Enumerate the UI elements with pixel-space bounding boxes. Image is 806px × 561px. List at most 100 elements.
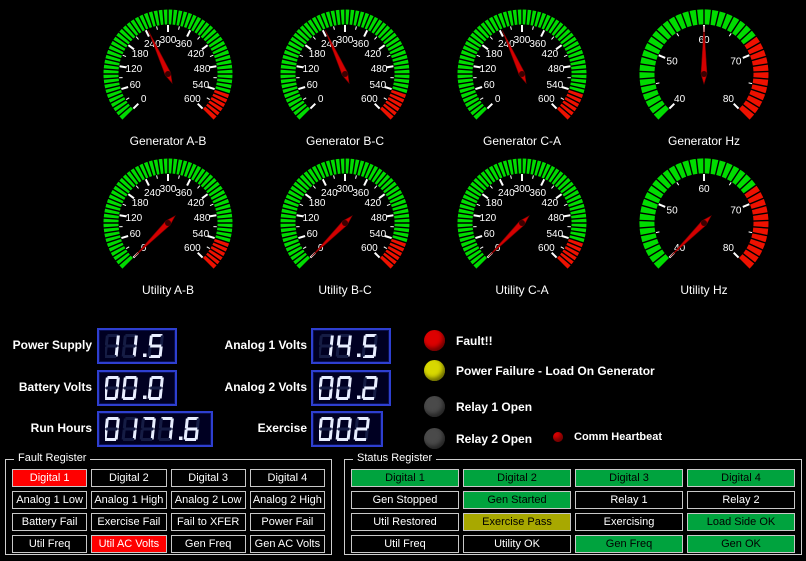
fault-indicator-label: Fault!! — [456, 334, 493, 348]
status-cell-util-freq: Util Freq — [351, 535, 459, 553]
svg-text:70: 70 — [730, 56, 742, 67]
relay-2-lamp-icon — [424, 428, 445, 449]
svg-text:60: 60 — [307, 229, 319, 240]
gauge-generator-c-a: 060120180240300360420480540600Generator … — [436, 4, 608, 152]
svg-text:0: 0 — [141, 94, 147, 105]
svg-text:Utility A-B: Utility A-B — [142, 283, 194, 297]
svg-text:120: 120 — [480, 64, 497, 75]
status-cell-digital-3: Digital 3 — [575, 469, 683, 487]
svg-text:480: 480 — [194, 213, 211, 224]
status-cell-digital-4: Digital 4 — [687, 469, 795, 487]
svg-text:300: 300 — [337, 184, 354, 195]
status-cell-digital-2: Digital 2 — [463, 469, 571, 487]
power-failure-indicator: Power Failure - Load On Generator — [424, 360, 655, 381]
analog-1-volts-display — [311, 328, 391, 364]
svg-text:420: 420 — [542, 198, 559, 209]
power-supply-label: Power Supply — [0, 338, 92, 352]
exercise-display — [311, 411, 383, 447]
svg-text:240: 240 — [321, 188, 338, 199]
svg-text:420: 420 — [365, 198, 382, 209]
status-cell-relay-1: Relay 1 — [575, 491, 683, 509]
fault-register-panel: Fault Register Digital 1Digital 2Digital… — [5, 459, 332, 555]
relay-1-lamp-icon — [424, 396, 445, 417]
status-cell-util-restored: Util Restored — [351, 513, 459, 531]
svg-text:80: 80 — [723, 243, 735, 254]
svg-text:420: 420 — [542, 49, 559, 60]
svg-text:360: 360 — [175, 39, 192, 50]
svg-text:180: 180 — [309, 198, 326, 209]
power-failure-lamp-icon — [424, 360, 445, 381]
svg-text:360: 360 — [352, 39, 369, 50]
svg-text:180: 180 — [132, 49, 149, 60]
fault-cell-analog-1-high: Analog 1 High — [91, 491, 166, 509]
svg-text:50: 50 — [667, 205, 679, 216]
svg-text:600: 600 — [361, 243, 378, 254]
fault-cell-digital-2: Digital 2 — [91, 469, 166, 487]
fault-cell-power-fail: Power Fail — [250, 513, 325, 531]
run-hours-label: Run Hours — [0, 421, 92, 435]
svg-text:70: 70 — [730, 205, 742, 216]
svg-text:360: 360 — [529, 39, 546, 50]
fault-cell-digital-3: Digital 3 — [171, 469, 246, 487]
analog-1-volts-label: Analog 1 Volts — [185, 338, 307, 352]
svg-text:180: 180 — [309, 49, 326, 60]
svg-text:480: 480 — [194, 64, 211, 75]
fault-cell-digital-4: Digital 4 — [250, 469, 325, 487]
svg-text:300: 300 — [160, 184, 177, 195]
svg-text:420: 420 — [365, 49, 382, 60]
svg-text:60: 60 — [130, 229, 142, 240]
svg-text:600: 600 — [184, 243, 201, 254]
relay-2-indicator-label: Relay 2 Open — [456, 432, 532, 446]
svg-text:180: 180 — [132, 198, 149, 209]
status-cell-digital-1: Digital 1 — [351, 469, 459, 487]
svg-text:600: 600 — [361, 94, 378, 105]
gauge-utility-hz: 4050607080Utility Hz — [618, 153, 790, 301]
gauge-utility-c-a: 060120180240300360420480540600Utility C-… — [436, 153, 608, 301]
gauge-generator-b-c: 060120180240300360420480540600Generator … — [259, 4, 431, 152]
analog-2-volts-label: Analog 2 Volts — [185, 380, 307, 394]
power-failure-indicator-label: Power Failure - Load On Generator — [456, 364, 655, 378]
fault-cell-util-ac-volts: Util AC Volts — [91, 535, 166, 553]
svg-text:360: 360 — [529, 188, 546, 199]
relay-2-indicator: Relay 2 Open — [424, 428, 532, 449]
status-cell-gen-started: Gen Started — [463, 491, 571, 509]
svg-text:360: 360 — [175, 188, 192, 199]
status-register-grid: Digital 1Digital 2Digital 3Digital 4 Gen … — [345, 460, 801, 559]
svg-text:Generator C-A: Generator C-A — [483, 134, 561, 148]
svg-text:120: 120 — [126, 64, 143, 75]
status-cell-relay-2: Relay 2 — [687, 491, 795, 509]
svg-text:480: 480 — [548, 64, 565, 75]
fault-cell-analog-2-low: Analog 2 Low — [171, 491, 246, 509]
status-cell-exercise-pass: Exercise Pass — [463, 513, 571, 531]
fault-cell-gen-ac-volts: Gen AC Volts — [250, 535, 325, 553]
svg-text:180: 180 — [486, 198, 503, 209]
fault-cell-digital-1: Digital 1 — [12, 469, 87, 487]
svg-text:420: 420 — [188, 198, 205, 209]
fault-cell-gen-freq: Gen Freq — [171, 535, 246, 553]
svg-text:480: 480 — [371, 64, 388, 75]
svg-text:300: 300 — [514, 184, 531, 195]
svg-text:300: 300 — [160, 35, 177, 46]
svg-text:480: 480 — [371, 213, 388, 224]
comm-heartbeat-indicator: Comm Heartbeat — [553, 431, 662, 443]
fault-cell-util-freq: Util Freq — [12, 535, 87, 553]
status-cell-exercising: Exercising — [575, 513, 683, 531]
fault-register-grid: Digital 1Digital 2Digital 3Digital 4Anal… — [6, 460, 331, 559]
svg-text:600: 600 — [184, 94, 201, 105]
svg-text:420: 420 — [188, 49, 205, 60]
exercise-label: Exercise — [185, 421, 307, 435]
svg-text:300: 300 — [514, 35, 531, 46]
svg-text:Generator Hz: Generator Hz — [668, 134, 740, 148]
svg-text:0: 0 — [318, 94, 324, 105]
gauge-generator-a-b: 060120180240300360420480540600Generator … — [82, 4, 254, 152]
comm-heartbeat-lamp-icon — [553, 432, 563, 442]
status-cell-gen-freq: Gen Freq — [575, 535, 683, 553]
svg-text:540: 540 — [546, 80, 563, 91]
fault-cell-exercise-fail: Exercise Fail — [91, 513, 166, 531]
svg-text:120: 120 — [303, 213, 320, 224]
svg-text:540: 540 — [369, 229, 386, 240]
status-register-panel: Status Register Digital 1Digital 2Digita… — [344, 459, 802, 555]
svg-text:50: 50 — [667, 56, 679, 67]
status-register-title: Status Register — [353, 452, 436, 464]
battery-volts-label: Battery Volts — [0, 380, 92, 394]
